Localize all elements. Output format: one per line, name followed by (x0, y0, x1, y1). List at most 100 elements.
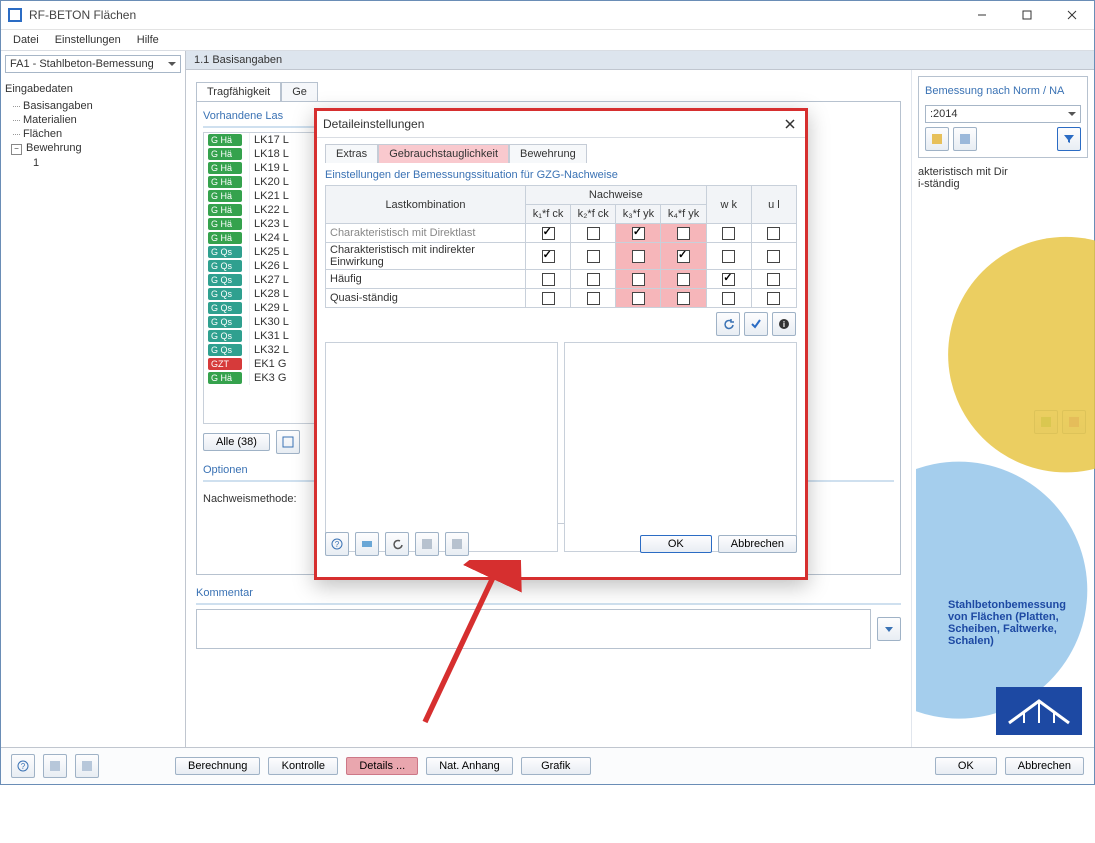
company-logo (996, 687, 1082, 735)
lk-row[interactable]: G QsLK31 L (204, 329, 322, 343)
modal-export-icon[interactable] (445, 532, 469, 556)
checkbox[interactable] (587, 227, 600, 240)
tab-extras[interactable]: Extras (325, 144, 378, 163)
dialog-close-icon[interactable] (781, 115, 799, 133)
checkbox[interactable] (722, 273, 735, 286)
checkbox[interactable] (677, 250, 690, 263)
lk-row[interactable]: G HäLK18 L (204, 147, 322, 161)
nav-tree[interactable]: Eingabedaten Basisangaben Materialien Fl… (1, 77, 185, 747)
gzg-table[interactable]: Lastkombination Nachweise w k u l k₁*f c… (325, 185, 797, 308)
nat-anhang-button[interactable]: Nat. Anhang (426, 757, 513, 775)
tab-ge[interactable]: Ge (281, 82, 318, 101)
checkbox[interactable] (722, 227, 735, 240)
collapse-icon[interactable]: − (11, 144, 22, 155)
checkbox[interactable] (632, 292, 645, 305)
lk-row[interactable]: G HäLK17 L (204, 133, 322, 147)
help-icon[interactable]: ? (11, 754, 35, 778)
checkbox[interactable] (542, 273, 555, 286)
nav-item-basisangaben[interactable]: Basisangaben (3, 99, 183, 113)
section-title: 1.1 Basisangaben (186, 51, 1094, 70)
kommentar-input[interactable] (196, 609, 871, 649)
lk-row[interactable]: G QsLK25 L (204, 245, 322, 259)
checkbox[interactable] (632, 227, 645, 240)
checkbox[interactable] (722, 250, 735, 263)
lk-row[interactable]: G HäLK22 L (204, 203, 322, 217)
checkbox[interactable] (632, 250, 645, 263)
norm-filter-icon[interactable] (1057, 127, 1081, 151)
kommentar-pick-icon[interactable] (877, 617, 901, 641)
lk-row[interactable]: G HäLK21 L (204, 189, 322, 203)
lk-row[interactable]: G HäEK3 G (204, 371, 322, 385)
main-ok-button[interactable]: OK (935, 757, 997, 775)
th-nachweise: Nachweise (526, 186, 707, 205)
nachweismethode-label: Nachweismethode: (203, 493, 297, 505)
checkbox[interactable] (587, 250, 600, 263)
norm-select[interactable]: :2014 (925, 105, 1081, 123)
lk-row[interactable]: G QsLK32 L (204, 343, 322, 357)
nav-item-flaechen[interactable]: Flächen (3, 127, 183, 141)
menu-hilfe[interactable]: Hilfe (129, 32, 167, 48)
right-tool2-icon[interactable] (1062, 410, 1086, 434)
tab-tragfaehigkeit[interactable]: Tragfähigkeit (196, 82, 281, 101)
info-icon[interactable]: i (772, 312, 796, 336)
checkbox[interactable] (677, 273, 690, 286)
checkbox[interactable] (587, 292, 600, 305)
close-button[interactable] (1049, 1, 1094, 29)
tab-gebrauchstauglichkeit[interactable]: Gebrauchstauglichkeit (378, 144, 509, 163)
th-k1fck: k₁*f ck (526, 205, 571, 224)
tool2-icon[interactable] (75, 754, 99, 778)
lk-row[interactable]: G HäLK24 L (204, 231, 322, 245)
checkbox[interactable] (767, 227, 780, 240)
checkbox[interactable] (767, 292, 780, 305)
checkbox[interactable] (677, 227, 690, 240)
select-icon[interactable] (276, 430, 300, 454)
case-selector[interactable]: FA1 - Stahlbeton-Bemessung (5, 55, 181, 73)
lk-row[interactable]: G QsLK30 L (204, 315, 322, 329)
tool1-icon[interactable] (43, 754, 67, 778)
modal-cancel-button[interactable]: Abbrechen (718, 535, 797, 553)
checkbox[interactable] (542, 292, 555, 305)
modal-help-icon[interactable]: ? (325, 532, 349, 556)
nav-item-bewehrung-1[interactable]: 1 (3, 156, 183, 170)
minimize-button[interactable] (959, 1, 1004, 29)
lk-row[interactable]: G QsLK26 L (204, 259, 322, 273)
checkbox[interactable] (767, 273, 780, 286)
alle-button[interactable]: Alle (38) (203, 433, 270, 451)
norm-icon1[interactable] (925, 127, 949, 151)
lk-row[interactable]: G HäLK20 L (204, 175, 322, 189)
checkbox[interactable] (542, 250, 555, 263)
checkbox[interactable] (632, 273, 645, 286)
menu-einstellungen[interactable]: Einstellungen (47, 32, 129, 48)
modal-units-icon[interactable] (355, 532, 379, 556)
maximize-button[interactable] (1004, 1, 1049, 29)
menu-datei[interactable]: Datei (5, 32, 47, 48)
right-tool1-icon[interactable] (1034, 410, 1058, 434)
modal-ok-button[interactable]: OK (640, 535, 712, 553)
detail-settings-dialog: Detaileinstellungen Extras Gebrauchstaug… (314, 108, 808, 580)
checkbox[interactable] (587, 273, 600, 286)
checkbox[interactable] (722, 292, 735, 305)
nav-item-bewehrung[interactable]: −Bewehrung (3, 141, 183, 156)
check-icon[interactable] (744, 312, 768, 336)
details-button[interactable]: Details ... (346, 757, 418, 775)
lk-row[interactable]: G QsLK29 L (204, 301, 322, 315)
lk-row[interactable]: G HäLK23 L (204, 217, 322, 231)
checkbox[interactable] (542, 227, 555, 240)
main-cancel-button[interactable]: Abbrechen (1005, 757, 1084, 775)
norm-icon2[interactable] (953, 127, 977, 151)
lk-row[interactable]: GZTEK1 G (204, 357, 322, 371)
checkbox[interactable] (677, 292, 690, 305)
modal-reset-icon[interactable] (385, 532, 409, 556)
tab-bewehrung[interactable]: Bewehrung (509, 144, 587, 163)
kontrolle-button[interactable]: Kontrolle (268, 757, 338, 775)
nav-item-materialien[interactable]: Materialien (3, 113, 183, 127)
checkbox[interactable] (767, 250, 780, 263)
lk-list[interactable]: G HäLK17 LG HäLK18 LG HäLK19 LG HäLK20 L… (203, 132, 323, 424)
lk-row[interactable]: G QsLK28 L (204, 287, 322, 301)
grafik-button[interactable]: Grafik (521, 757, 591, 775)
lk-row[interactable]: G HäLK19 L (204, 161, 322, 175)
lk-row[interactable]: G QsLK27 L (204, 273, 322, 287)
berechnung-button[interactable]: Berechnung (175, 757, 260, 775)
undo-icon[interactable] (716, 312, 740, 336)
modal-import-icon[interactable] (415, 532, 439, 556)
